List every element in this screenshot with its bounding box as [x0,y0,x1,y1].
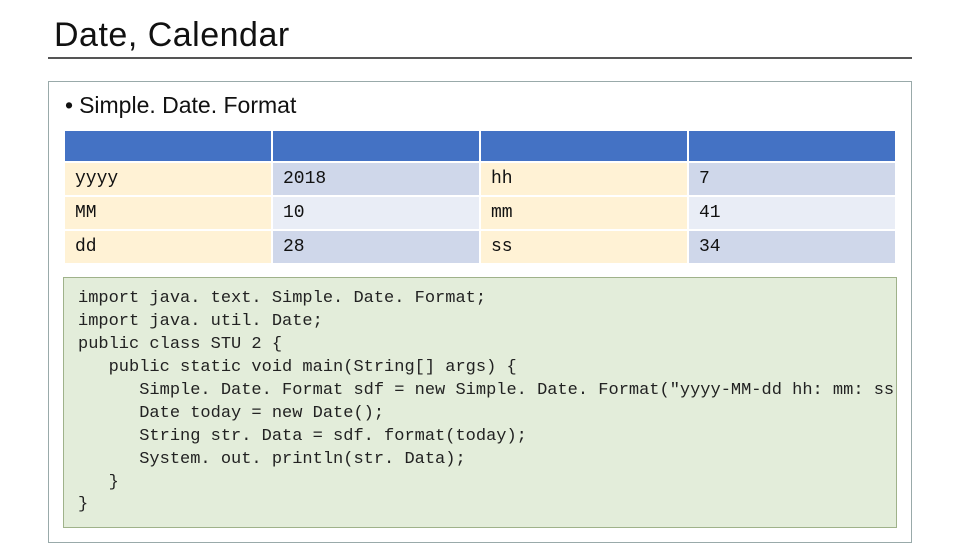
bullet-item: •Simple. Date. Format [65,92,897,119]
table-cell: 28 [272,230,480,264]
table-cell: 2018 [272,162,480,196]
table-cell: 41 [688,196,896,230]
table-cell: MM [64,196,272,230]
table-header [688,130,896,162]
table-row: dd 28 ss 34 [64,230,896,264]
table-cell: 10 [272,196,480,230]
code-block: import java. text. Simple. Date. Format;… [63,277,897,528]
table-cell: mm [480,196,688,230]
table-cell: yyyy [64,162,272,196]
table-header [64,130,272,162]
table-header-row [64,130,896,162]
table-cell: ss [480,230,688,264]
bullet-dot-icon: • [65,92,73,119]
table-header [272,130,480,162]
slide: Date, Calendar •Simple. Date. Format yyy… [0,0,960,540]
content-frame: •Simple. Date. Format yyyy 2018 hh 7 [48,81,912,543]
table-cell: hh [480,162,688,196]
table-cell: dd [64,230,272,264]
table-cell: 34 [688,230,896,264]
title-underline [48,57,912,59]
table-row: yyyy 2018 hh 7 [64,162,896,196]
format-table: yyyy 2018 hh 7 MM 10 mm 41 dd 28 ss 34 [63,129,897,265]
table-row: MM 10 mm 41 [64,196,896,230]
page-title: Date, Calendar [54,16,912,55]
bullet-text: Simple. Date. Format [79,92,296,118]
table-header [480,130,688,162]
table-cell: 7 [688,162,896,196]
